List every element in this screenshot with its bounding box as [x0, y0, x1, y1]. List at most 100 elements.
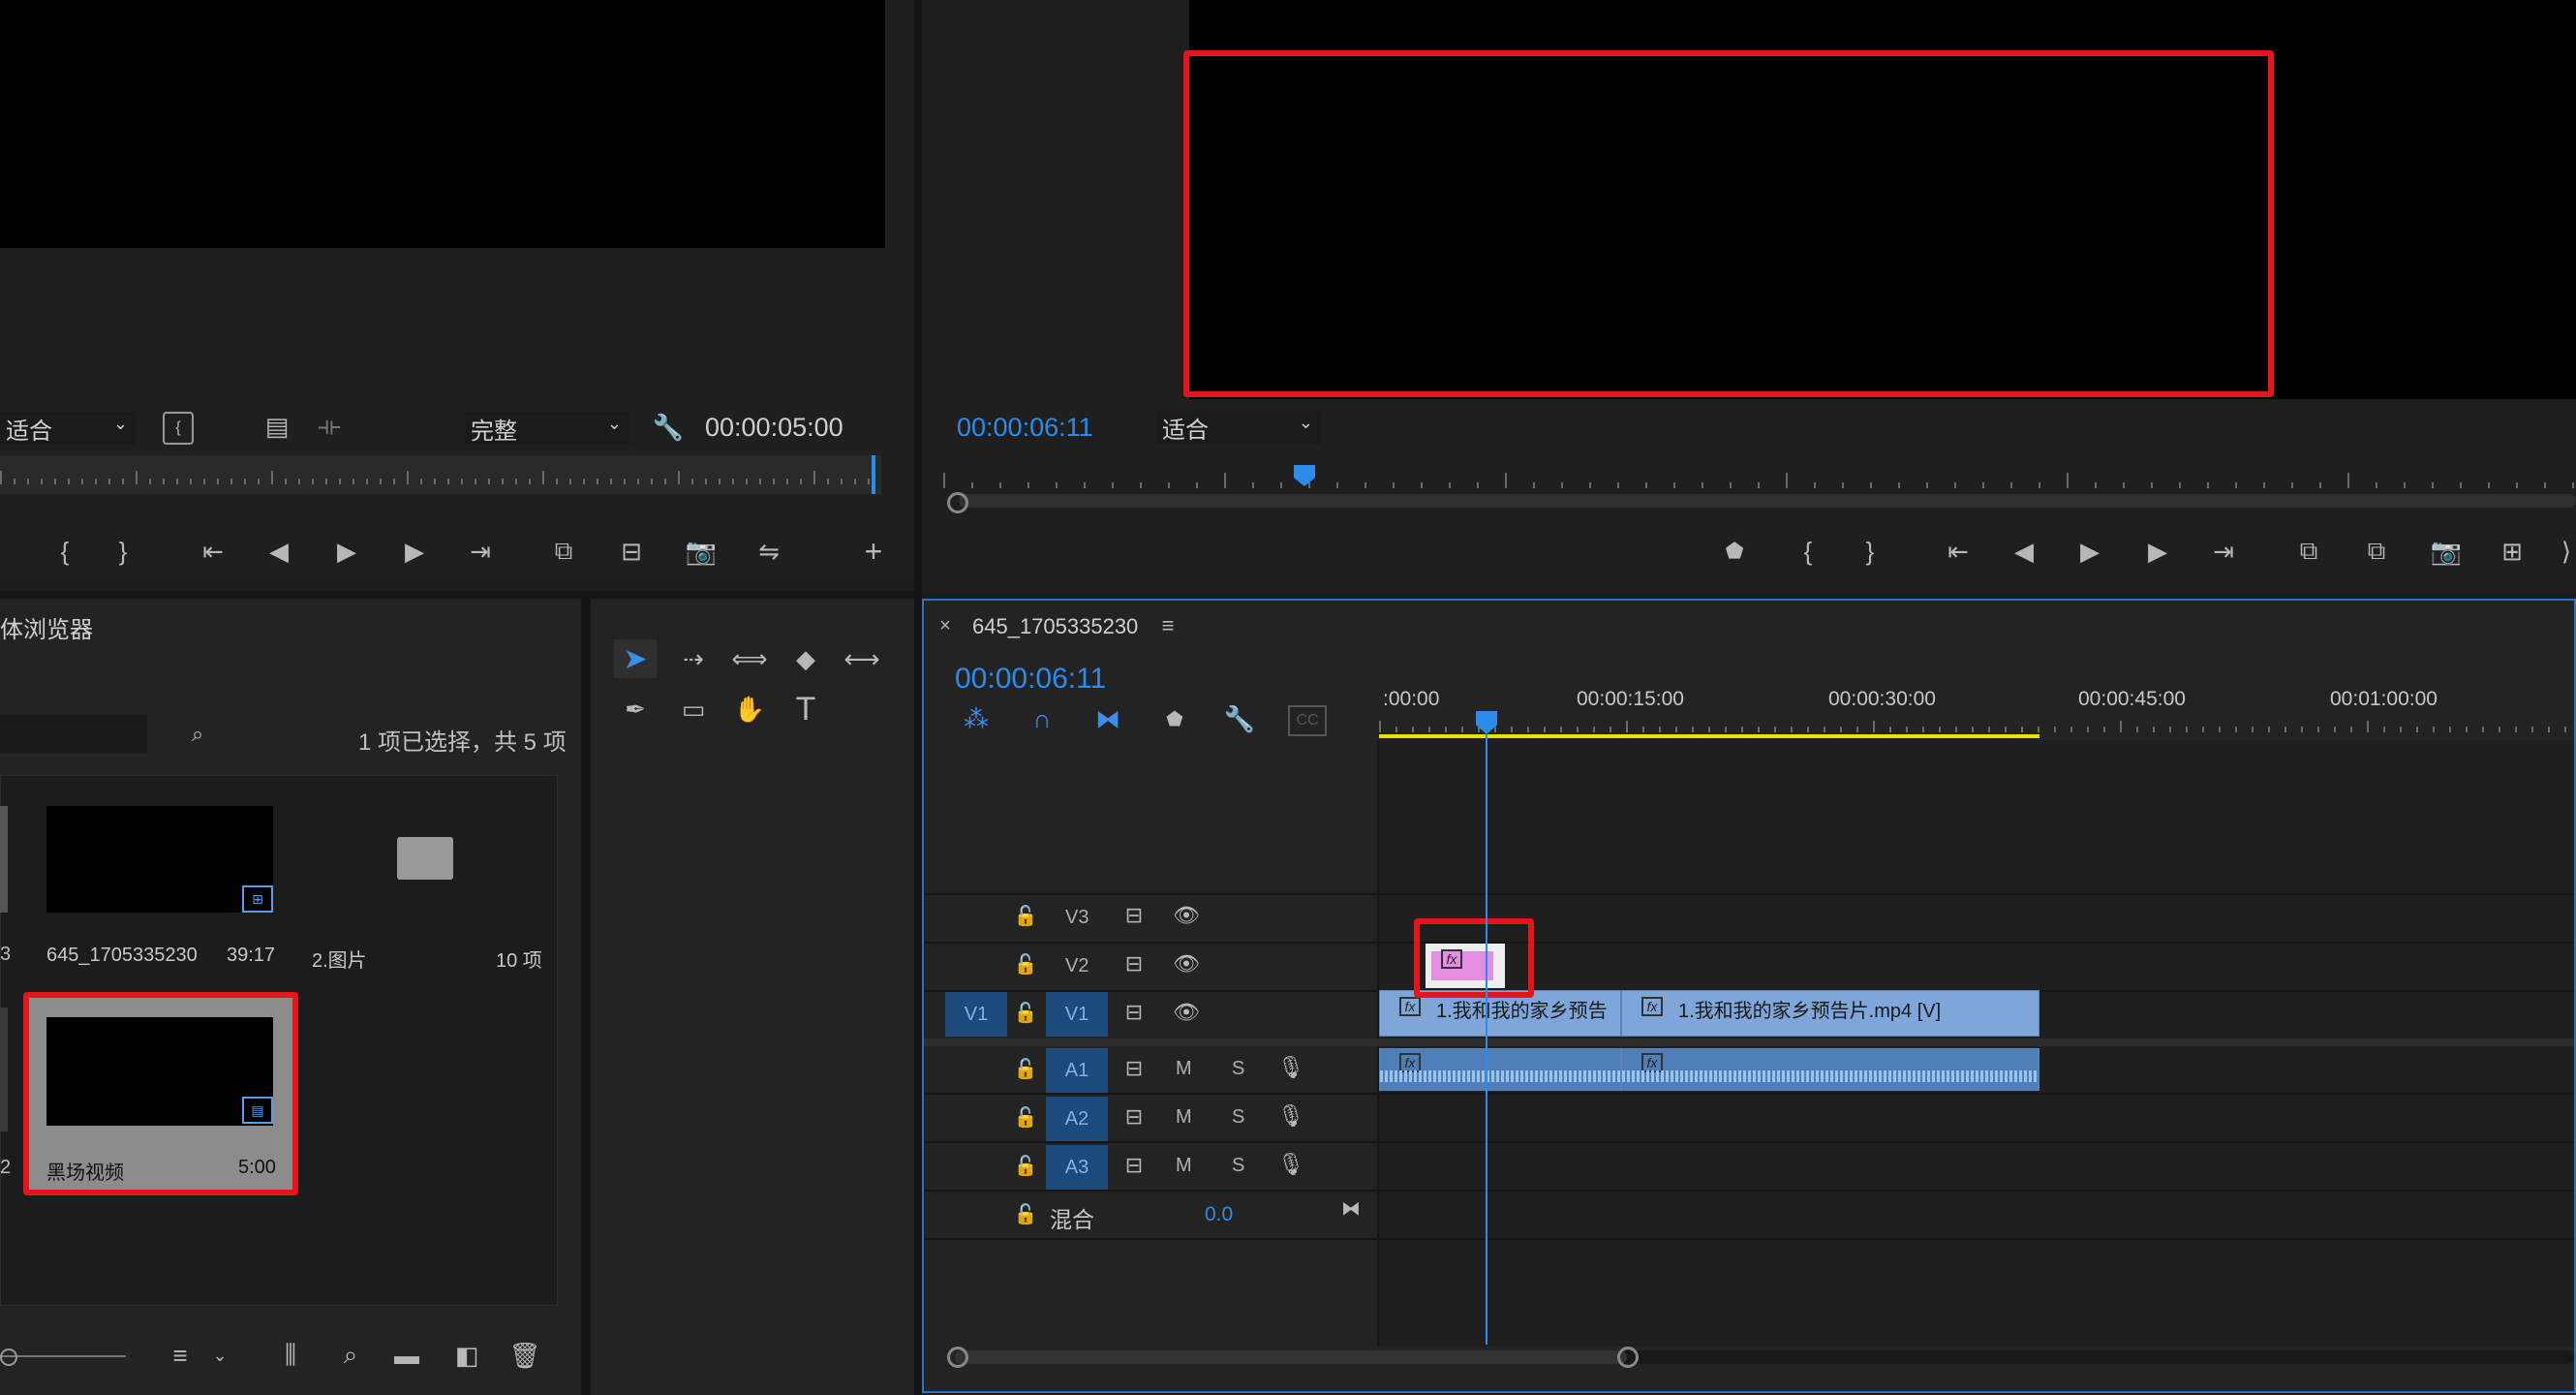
eye-icon[interactable]: 👁: [1170, 949, 1203, 978]
mark-out-icon[interactable]: }: [108, 537, 138, 566]
step-forward-icon[interactable]: ▶︎: [2140, 537, 2175, 566]
add-marker-icon[interactable]: ⬟: [1720, 537, 1749, 566]
insert-icon[interactable]: ⧉: [544, 536, 583, 566]
wrench-icon[interactable]: 🔧: [1222, 703, 1257, 734]
sync-lock-icon[interactable]: ⊟: [1119, 1151, 1149, 1180]
program-scroll-track[interactable]: [959, 494, 2576, 508]
source-zoom-select[interactable]: 适合 ⌄: [0, 412, 136, 445]
razor-icon[interactable]: ◆: [784, 639, 827, 678]
lock-icon[interactable]: 🔓: [1013, 949, 1038, 978]
a1-clip[interactable]: fx: [1621, 1048, 2039, 1091]
close-icon[interactable]: ×: [934, 612, 957, 639]
solo-button[interactable]: S: [1232, 1058, 1244, 1080]
snap-icon[interactable]: ∩: [1025, 703, 1059, 734]
hand-icon[interactable]: ✋: [728, 690, 771, 728]
project-search-input[interactable]: [0, 715, 147, 754]
pen-icon[interactable]: ✒: [614, 690, 657, 728]
chevron-down-icon[interactable]: ⌄: [209, 1341, 230, 1370]
mic-icon[interactable]: 🎙: [1276, 1149, 1305, 1180]
wrench-icon[interactable]: 🔧: [651, 411, 686, 444]
folder-icon[interactable]: [397, 837, 453, 880]
type-icon[interactable]: T: [784, 690, 827, 728]
mute-button[interactable]: M: [1176, 1106, 1192, 1129]
slip-icon[interactable]: ⟷: [839, 639, 885, 678]
selection-tool-icon[interactable]: ➤: [614, 639, 657, 678]
eye-icon[interactable]: 👁: [1170, 901, 1203, 930]
lock-icon[interactable]: 🔓: [1013, 1102, 1038, 1132]
track-label-v1[interactable]: V1: [1046, 992, 1108, 1037]
lock-icon[interactable]: 🔓: [1013, 1151, 1038, 1180]
a1-clip[interactable]: fx: [1379, 1048, 1621, 1091]
track-label-v2[interactable]: V2: [1065, 955, 1089, 977]
source-playhead[interactable]: [872, 455, 875, 494]
partial-thumbnail[interactable]: [0, 1008, 8, 1132]
camera-icon[interactable]: 📷: [684, 537, 719, 566]
lock-icon[interactable]: 🔓: [1013, 901, 1038, 930]
go-to-out-icon[interactable]: ⇥: [463, 537, 498, 566]
sync-lock-icon[interactable]: ⊟: [1119, 949, 1149, 978]
overflow-icon[interactable]: ⟩: [2557, 537, 2576, 566]
step-forward-icon[interactable]: ▶︎: [397, 537, 432, 566]
camera-icon[interactable]: 📷: [2429, 537, 2464, 566]
extract-icon[interactable]: ⧉: [2357, 536, 2396, 566]
captions-icon[interactable]: CC: [1288, 705, 1327, 736]
mute-button[interactable]: M: [1176, 1058, 1192, 1080]
vertical-divider[interactable]: [914, 0, 922, 1395]
search-filter-icon[interactable]: ⌕: [180, 719, 215, 750]
go-to-in-icon[interactable]: ⇤: [196, 537, 230, 566]
eye-icon[interactable]: 👁: [1170, 998, 1203, 1027]
v1-clip[interactable]: fx 1.我和我的家乡预告片.mp4 [V]: [1621, 990, 2039, 1037]
mark-out-icon[interactable]: }: [1855, 537, 1885, 566]
program-scroll-handle[interactable]: [947, 492, 968, 513]
nest-icon[interactable]: ⁂: [959, 703, 994, 734]
overwrite-icon[interactable]: ⊟: [612, 537, 651, 566]
sort-icon[interactable]: ≡: [161, 1341, 199, 1370]
sequence-thumbnail[interactable]: [46, 806, 273, 913]
mix-value[interactable]: 0.0: [1205, 1203, 1233, 1226]
sync-lock-icon[interactable]: ⊟: [1119, 1102, 1149, 1132]
panel-menu-icon[interactable]: ≡: [1154, 612, 1181, 639]
solo-button[interactable]: S: [1232, 1106, 1244, 1129]
source-quality-select[interactable]: 完整 ⌄: [465, 412, 629, 445]
mic-icon[interactable]: 🎙: [1276, 1100, 1305, 1132]
zoom-slider[interactable]: [0, 1355, 126, 1357]
source-patch-v1[interactable]: V1: [945, 992, 1007, 1037]
automate-to-sequence-icon[interactable]: ⫼: [271, 1340, 310, 1370]
go-to-out-icon[interactable]: ⇥: [2206, 537, 2241, 566]
timeline-scroll-bar[interactable]: [955, 1350, 1627, 1364]
project-panel-title[interactable]: 体浏览器: [0, 610, 93, 644]
add-button-icon[interactable]: +: [856, 534, 891, 569]
linked-selection-icon[interactable]: ⧓: [1090, 703, 1125, 734]
track-label-a3[interactable]: A3: [1046, 1145, 1108, 1190]
solo-button[interactable]: S: [1232, 1155, 1244, 1177]
go-to-in-icon[interactable]: ⇤: [1941, 537, 1976, 566]
new-item-icon[interactable]: ◧: [449, 1341, 484, 1370]
go-to-end-icon[interactable]: ⧓: [1336, 1194, 1365, 1223]
zoom-slider-handle[interactable]: [0, 1348, 17, 1366]
mic-icon[interactable]: 🎙: [1276, 1052, 1305, 1083]
rectangle-icon[interactable]: ▭: [672, 690, 715, 728]
track-label-a1[interactable]: A1: [1046, 1048, 1108, 1093]
lock-icon[interactable]: 🔓: [1013, 998, 1038, 1027]
track-select-icon[interactable]: ⇢: [672, 639, 715, 678]
sync-lock-icon[interactable]: ⊟: [1119, 1054, 1149, 1083]
drag-audio-icon[interactable]: ⟛: [312, 411, 347, 441]
comparison-view-icon[interactable]: ⊞: [2495, 537, 2530, 566]
export-frame-icon[interactable]: {: [163, 412, 194, 445]
timeline-playhead-line[interactable]: [1486, 734, 1487, 1345]
new-bin-icon[interactable]: ▬: [389, 1341, 424, 1370]
timeline-scroll-handle-left[interactable]: [947, 1347, 968, 1368]
timeline-timecode[interactable]: 00:00:06:11: [955, 663, 1106, 696]
mark-in-icon[interactable]: {: [1794, 537, 1823, 566]
step-back-icon[interactable]: ◀︎: [261, 537, 296, 566]
lock-icon[interactable]: 🔓: [1013, 1054, 1038, 1083]
lock-icon[interactable]: 🔓: [1013, 1199, 1038, 1228]
ripple-edit-icon[interactable]: ⟺: [728, 639, 771, 678]
sequence-tab-label[interactable]: 645_1705335230: [972, 614, 1138, 639]
lift-icon[interactable]: ⧉: [2289, 536, 2328, 566]
track-label-a2[interactable]: A2: [1046, 1097, 1108, 1141]
button-editor-icon[interactable]: ⇋: [751, 537, 786, 566]
trash-icon[interactable]: 🗑: [507, 1341, 542, 1370]
sync-lock-icon[interactable]: ⊟: [1119, 901, 1149, 930]
search-icon[interactable]: ⌕: [333, 1340, 368, 1370]
